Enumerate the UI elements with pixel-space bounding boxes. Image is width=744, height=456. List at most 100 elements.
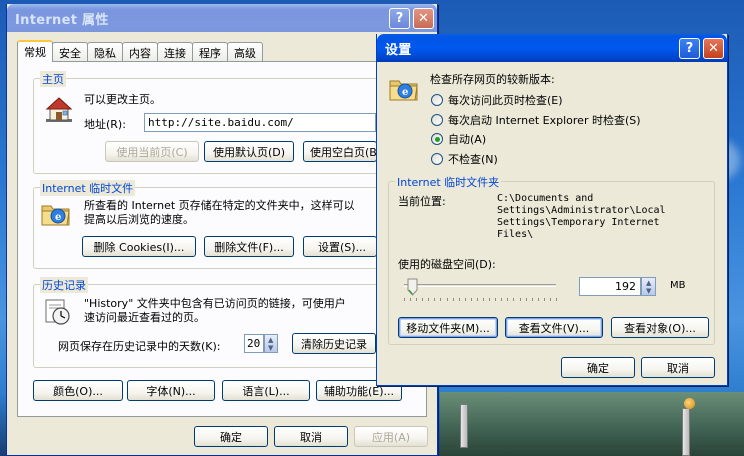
languages-button[interactable]: 语言(L)... <box>222 380 310 401</box>
slider-tick <box>416 298 418 301</box>
check-version-label: 检查所存网页的较新版本: <box>430 73 555 86</box>
location-line-1: C:\Documents and <box>497 193 594 204</box>
temp-settings-button[interactable]: 设置(S)... <box>303 236 377 257</box>
tab-privacy[interactable]: 隐私 <box>87 42 123 62</box>
colors-button[interactable]: 颜色(O)... <box>33 380 123 401</box>
location-line-2: Settings\Administrator\Local <box>497 205 666 216</box>
slider-tick <box>549 298 551 301</box>
tab-advanced[interactable]: 高级 <box>227 42 263 62</box>
slider-tick <box>531 298 533 301</box>
disk-spinner-down-icon[interactable]: ▼ <box>646 287 651 295</box>
fonts-button[interactable]: 字体(N)... <box>127 380 215 401</box>
slider-tick <box>464 298 466 301</box>
view-objects-button[interactable]: 查看对象(O)... <box>611 317 709 338</box>
spinner-down-icon[interactable]: ▼ <box>268 344 273 352</box>
radio-never-check[interactable] <box>431 153 443 165</box>
option-automatic-label[interactable]: 自动(A) <box>448 131 486 147</box>
slider-tick <box>446 298 448 301</box>
disk-spinner-up-icon[interactable]: ▲ <box>646 279 651 287</box>
properties-apply-button[interactable]: 应用(A) <box>354 426 428 447</box>
tab-strip: 常规 安全 隐私 内容 连接 程序 高级 <box>17 40 263 62</box>
settings-titlebar[interactable]: 设置 ? ✕ <box>377 34 727 62</box>
temp-folder-group-label: Internet 临时文件夹 <box>395 174 502 190</box>
tab-general[interactable]: 常规 <box>17 40 53 62</box>
homepage-address-input[interactable]: http://site.baidu.com/ <box>144 113 376 132</box>
home-description: 可以更改主页。 <box>84 93 161 106</box>
history-days-label: 网页保存在历史记录中的天数(K): <box>58 340 221 353</box>
radio-check-every-visit[interactable] <box>431 94 443 106</box>
properties-cancel-button[interactable]: 取消 <box>274 426 348 447</box>
radio-check-every-start[interactable] <box>431 114 443 126</box>
settings-title: 设置 <box>385 42 412 58</box>
slider-tick <box>458 298 460 301</box>
delete-files-button[interactable]: 删除文件(F)... <box>204 236 294 257</box>
slider-tick <box>410 298 412 301</box>
slider-tick <box>513 298 515 301</box>
internet-properties-titlebar[interactable]: Internet 属性 ? ✕ <box>7 4 437 32</box>
window-title: Internet 属性 <box>15 12 109 28</box>
landscape <box>440 392 744 456</box>
settings-close-icon[interactable]: ✕ <box>703 37 724 59</box>
use-current-page-button[interactable]: 使用当前页(C) <box>105 141 199 162</box>
slider-tick <box>483 298 485 301</box>
tab-programs[interactable]: 程序 <box>192 42 228 62</box>
properties-ok-button[interactable]: 确定 <box>194 426 268 447</box>
lamp <box>684 398 695 409</box>
settings-cancel-button[interactable]: 取消 <box>641 357 715 378</box>
svg-text:e: e <box>55 212 61 223</box>
slider-tick <box>476 298 478 301</box>
radio-automatic[interactable] <box>431 133 443 145</box>
temp-files-folder-icon: e <box>41 205 70 226</box>
slider-tick <box>525 298 527 301</box>
tab-content[interactable]: 内容 <box>122 42 158 62</box>
history-days-input[interactable]: 20 <box>244 334 264 353</box>
clear-history-button[interactable]: 清除历史记录 <box>292 333 376 354</box>
slider-tick <box>519 298 521 301</box>
slider-tick <box>537 298 539 301</box>
slider-tick <box>489 298 491 301</box>
slider-tick <box>422 298 424 301</box>
slider-tick <box>470 298 472 301</box>
location-line-4: Files\ <box>497 229 534 240</box>
slider-tick <box>404 298 405 301</box>
slider-tick <box>501 298 503 301</box>
delete-cookies-button[interactable]: 删除 Cookies(I)... <box>82 236 196 257</box>
option-every-visit-label[interactable]: 每次访问此页时检查(E) <box>448 92 563 108</box>
check-version-folder-icon: e <box>389 80 418 101</box>
settings-ok-button[interactable]: 确定 <box>561 357 635 378</box>
slider-tick <box>507 298 509 301</box>
history-group-label: 历史记录 <box>40 277 88 293</box>
slider-tick <box>495 298 497 301</box>
view-files-button[interactable]: 查看文件(V)... <box>505 317 603 338</box>
use-default-page-button[interactable]: 使用默认页(D) <box>204 141 294 162</box>
history-clock-icon <box>45 299 70 325</box>
home-group-label: 主页 <box>40 71 66 87</box>
svg-text:e: e <box>402 87 408 98</box>
home-icon <box>45 97 73 122</box>
option-never-label[interactable]: 不检查(N) <box>448 151 498 167</box>
slider-tick <box>556 298 557 301</box>
history-description-2: 速访问最近查看过的页。 <box>84 311 205 324</box>
slider-tick <box>543 298 545 301</box>
slider-tick <box>434 298 436 301</box>
move-folder-button[interactable]: 移动文件夹(M)... <box>398 317 498 338</box>
spinner-up-icon[interactable]: ▲ <box>268 336 273 344</box>
tab-security[interactable]: 安全 <box>52 42 88 62</box>
use-blank-page-button[interactable]: 使用空白页(B) <box>303 141 377 162</box>
history-days-spinner[interactable]: ▲ ▼ <box>264 334 278 353</box>
slider-tick <box>452 298 454 301</box>
tab-connections[interactable]: 连接 <box>157 42 193 62</box>
slider-track <box>404 284 556 287</box>
temp-files-description-2: 提高以后浏览的速度。 <box>84 213 194 226</box>
slider-tick <box>428 298 430 301</box>
settings-help-icon[interactable]: ? <box>679 37 700 59</box>
disk-space-slider[interactable] <box>400 278 560 304</box>
disk-space-label: 使用的磁盘空间(D): <box>398 258 496 271</box>
disk-space-input[interactable]: 192 <box>579 277 641 296</box>
slider-thumb[interactable] <box>407 278 418 296</box>
disk-space-spinner[interactable]: ▲ ▼ <box>641 277 656 296</box>
current-location-label: 当前位置: <box>398 195 446 208</box>
option-every-start-label[interactable]: 每次启动 Internet Explorer 时检查(S) <box>448 112 641 128</box>
close-icon[interactable]: ✕ <box>413 7 434 29</box>
help-icon[interactable]: ? <box>389 7 410 29</box>
